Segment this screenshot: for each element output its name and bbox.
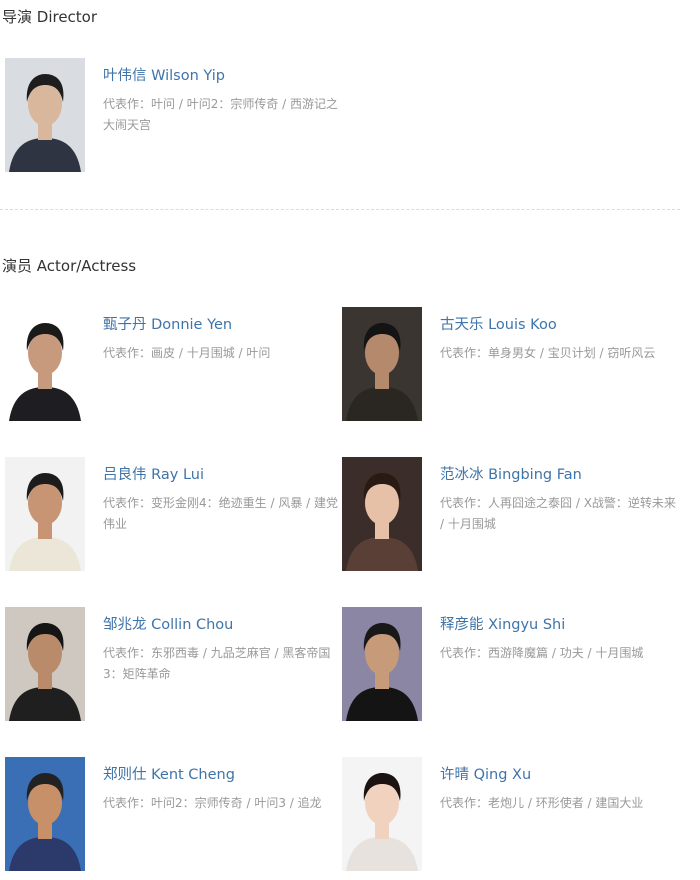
actor-section-title: 演员 Actor/Actress (2, 257, 137, 275)
portrait-image (5, 307, 85, 421)
representative-works: 代表作：变形金刚4：绝迹重生 / 风暴 / 建党伟业 (103, 493, 345, 535)
portrait-image (5, 457, 85, 571)
representative-works: 代表作：画皮 / 十月围城 / 叶问 (103, 343, 345, 364)
works-list: 老炮儿 / 环形使者 / 建国大业 (488, 796, 644, 810)
representative-works: 代表作：单身男女 / 宝贝计划 / 窃听风云 (440, 343, 682, 364)
portrait-photo[interactable] (342, 457, 422, 571)
person-card-actor: 释彦能 Xingyu Shi 代表作：西游降魔篇 / 功夫 / 十月围城 (342, 607, 680, 723)
portrait-image (5, 607, 85, 721)
representative-works: 代表作：东邪西毒 / 九品芝麻官 / 黑客帝国3：矩阵革命 (103, 643, 345, 685)
works-list: 西游降魔篇 / 功夫 / 十月围城 (488, 646, 644, 660)
portrait-image (342, 457, 422, 571)
representative-works: 代表作：西游降魔篇 / 功夫 / 十月围城 (440, 643, 682, 664)
works-label: 代表作： (103, 646, 152, 660)
section-divider (0, 209, 680, 210)
portrait-photo[interactable] (5, 457, 85, 571)
representative-works: 代表作：老炮儿 / 环形使者 / 建国大业 (440, 793, 682, 814)
person-name-link[interactable]: 甄子丹 Donnie Yen (103, 315, 232, 335)
portrait-photo[interactable] (5, 307, 85, 421)
portrait-photo[interactable] (5, 58, 85, 172)
person-name-link[interactable]: 郑则仕 Kent Cheng (103, 765, 235, 785)
portrait-photo[interactable] (342, 307, 422, 421)
portrait-photo[interactable] (342, 607, 422, 721)
person-name-link[interactable]: 叶伟信 Wilson Yip (103, 66, 225, 86)
person-card-actor: 甄子丹 Donnie Yen 代表作：画皮 / 十月围城 / 叶问 (5, 307, 343, 423)
portrait-image (342, 607, 422, 721)
person-name-link[interactable]: 许晴 Qing Xu (440, 765, 531, 785)
person-card-actor: 古天乐 Louis Koo 代表作：单身男女 / 宝贝计划 / 窃听风云 (342, 307, 680, 423)
portrait-photo[interactable] (342, 757, 422, 871)
person-name-link[interactable]: 释彦能 Xingyu Shi (440, 615, 565, 635)
works-label: 代表作： (103, 346, 152, 360)
person-card-actor: 邹兆龙 Collin Chou 代表作：东邪西毒 / 九品芝麻官 / 黑客帝国3… (5, 607, 343, 723)
works-list: 叶问2：宗师传奇 / 叶问3 / 追龙 (151, 796, 322, 810)
person-card-actor: 吕良伟 Ray Lui 代表作：变形金刚4：绝迹重生 / 风暴 / 建党伟业 (5, 457, 343, 573)
person-name-link[interactable]: 古天乐 Louis Koo (440, 315, 557, 335)
person-name-link[interactable]: 邹兆龙 Collin Chou (103, 615, 233, 635)
representative-works: 代表作：叶问 / 叶问2：宗师传奇 / 西游记之大闹天宫 (103, 94, 345, 136)
portrait-image (342, 307, 422, 421)
person-card-actor: 范冰冰 Bingbing Fan 代表作：人再囧途之泰囧 / X战警：逆转未来 … (342, 457, 680, 573)
works-list: 单身男女 / 宝贝计划 / 窃听风云 (488, 346, 656, 360)
representative-works: 代表作：叶问2：宗师传奇 / 叶问3 / 追龙 (103, 793, 345, 814)
representative-works: 代表作：人再囧途之泰囧 / X战警：逆转未来 / 十月围城 (440, 493, 682, 535)
person-card-actor: 许晴 Qing Xu 代表作：老炮儿 / 环形使者 / 建国大业 (342, 757, 680, 873)
works-label: 代表作： (103, 496, 152, 510)
works-label: 代表作： (440, 346, 489, 360)
works-label: 代表作： (440, 496, 489, 510)
portrait-image (342, 757, 422, 871)
works-label: 代表作： (103, 796, 152, 810)
works-label: 代表作： (440, 796, 489, 810)
portrait-image (5, 757, 85, 871)
portrait-photo[interactable] (5, 757, 85, 871)
person-card-actor: 郑则仕 Kent Cheng 代表作：叶问2：宗师传奇 / 叶问3 / 追龙 (5, 757, 343, 873)
works-list: 画皮 / 十月围城 / 叶问 (151, 346, 271, 360)
portrait-photo[interactable] (5, 607, 85, 721)
works-label: 代表作： (103, 97, 152, 111)
person-card-director: 叶伟信 Wilson Yip 代表作：叶问 / 叶问2：宗师传奇 / 西游记之大… (5, 58, 343, 174)
person-name-link[interactable]: 范冰冰 Bingbing Fan (440, 465, 582, 485)
person-name-link[interactable]: 吕良伟 Ray Lui (103, 465, 204, 485)
works-label: 代表作： (440, 646, 489, 660)
portrait-image (5, 58, 85, 172)
director-section-title: 导演 Director (2, 8, 98, 26)
